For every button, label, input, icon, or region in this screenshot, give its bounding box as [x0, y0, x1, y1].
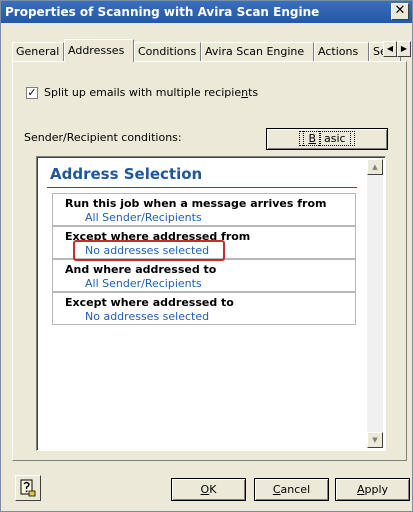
scroll-up-button[interactable]: ▲	[367, 159, 383, 175]
window-title: Properties of Scanning with Avira Scan E…	[5, 5, 320, 19]
tab-scroll-right-button[interactable]: ▶	[397, 41, 411, 57]
tab-conditions[interactable]: Conditions	[134, 42, 201, 61]
address-selection-box: Address Selection Run this job when a me…	[36, 156, 386, 451]
split-emails-checkbox[interactable]: ✓	[26, 86, 38, 99]
conditions-label: Sender/Recipient conditions:	[24, 131, 182, 144]
scroll-down-button[interactable]: ▼	[367, 432, 383, 448]
arrow-right-icon: ▶	[400, 44, 408, 53]
cancel-button[interactable]: Cancel	[254, 478, 329, 501]
title-bar[interactable]: Properties of Scanning with Avira Scan E…	[1, 1, 412, 23]
tab-scroll-left-button[interactable]: ◀	[383, 41, 397, 57]
arrow-down-icon: ▼	[372, 436, 378, 444]
tab-avira-scan-engine[interactable]: Avira Scan Engine	[201, 42, 314, 61]
title-divider	[47, 187, 357, 188]
condition-title: Run this job when a message arrives from	[65, 197, 327, 210]
tab-label: Actions	[318, 45, 359, 58]
arrow-left-icon: ◀	[386, 44, 394, 53]
tab-general[interactable]: General	[12, 42, 64, 61]
condition-value-link[interactable]: No addresses selected	[85, 310, 209, 323]
condition-row-addressed-to: And where addressed to All Sender/Recipi…	[52, 259, 356, 292]
condition-title: Except where addressed to	[65, 296, 234, 309]
condition-row-arrives-from: Run this job when a message arrives from…	[52, 193, 356, 226]
arrow-up-icon: ▲	[372, 163, 378, 171]
tab-label: Avira Scan Engine	[205, 45, 305, 58]
vertical-scrollbar[interactable]: ▲ ▼	[367, 159, 383, 448]
properties-dialog: Properties of Scanning with Avira Scan E…	[0, 0, 413, 512]
close-button[interactable]: ✕	[391, 3, 409, 20]
close-icon: ✕	[394, 3, 406, 18]
tab-actions[interactable]: Actions	[314, 42, 369, 61]
help-icon	[20, 479, 36, 497]
split-emails-checkbox-row[interactable]: ✓ Split up emails with multiple recipien…	[26, 86, 258, 99]
tab-strip: General Addresses Conditions Avira Scan …	[12, 39, 411, 62]
condition-value-link[interactable]: All Sender/Recipients	[85, 211, 202, 224]
tab-label: Addresses	[68, 44, 125, 57]
condition-row-except-to: Except where addressed to No addresses s…	[52, 292, 356, 325]
split-emails-label: Split up emails with multiple recipients	[44, 86, 259, 99]
apply-button[interactable]: Apply	[335, 478, 410, 501]
tab-addresses[interactable]: Addresses	[64, 39, 134, 62]
address-selection-title: Address Selection	[50, 165, 203, 183]
condition-title: And where addressed to	[65, 263, 217, 276]
tab-label: General	[16, 45, 60, 58]
ok-button[interactable]: OK	[171, 478, 246, 501]
condition-value-link[interactable]: All Sender/Recipients	[85, 277, 202, 290]
basic-button[interactable]: Basic	[266, 128, 388, 150]
help-button[interactable]	[15, 475, 41, 501]
tab-label: Conditions	[138, 45, 197, 58]
highlight-box	[73, 240, 225, 261]
